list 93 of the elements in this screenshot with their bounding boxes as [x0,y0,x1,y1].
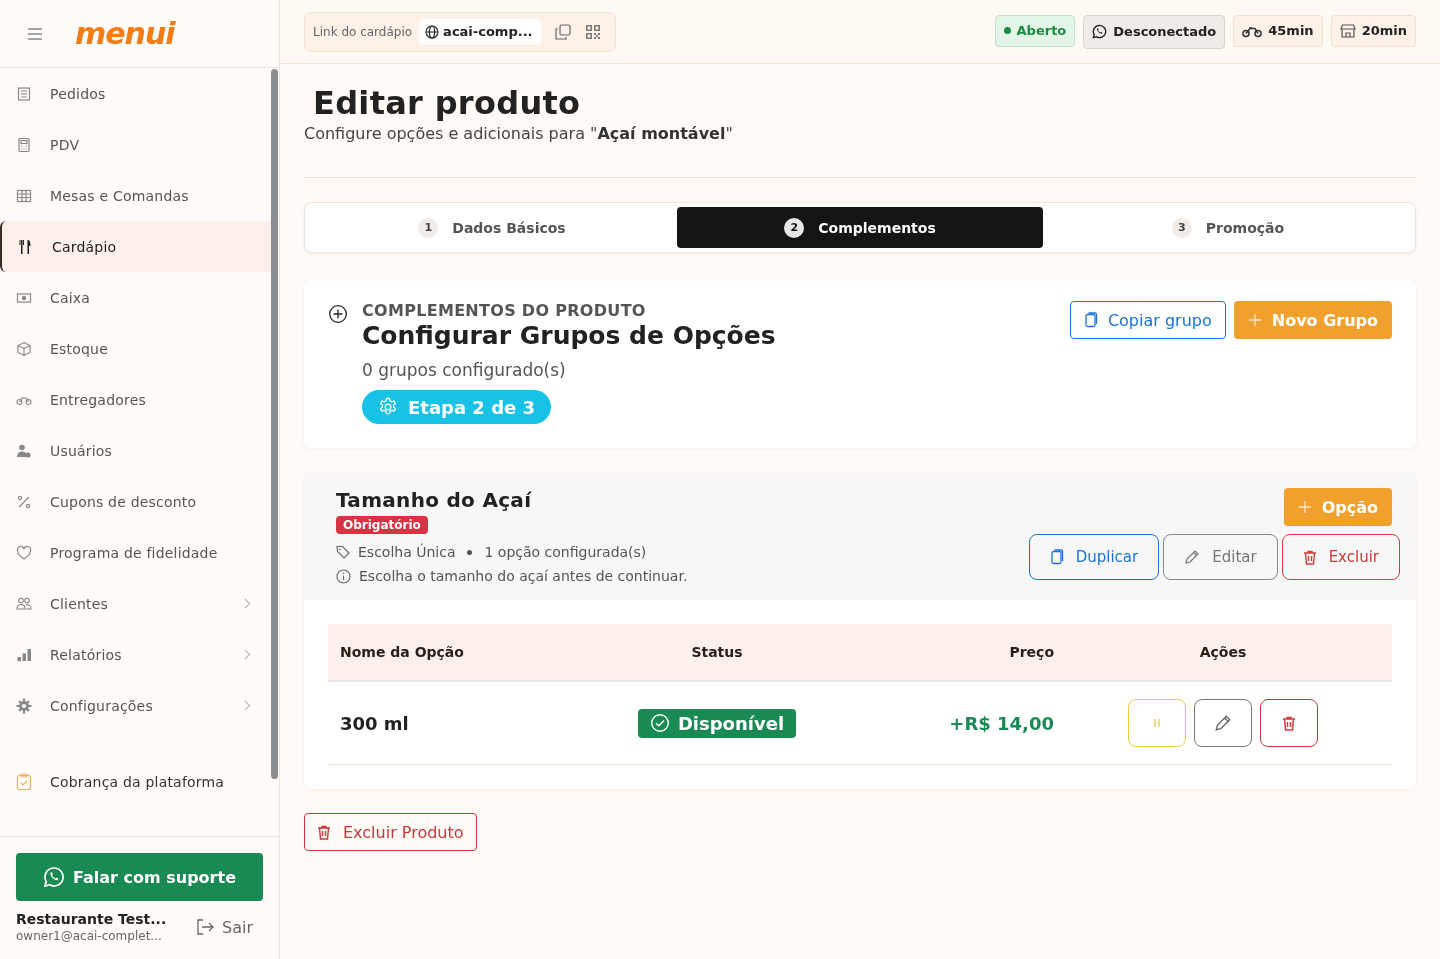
copy-icon [1083,312,1098,328]
sidebar-item[interactable]: Cardápio [0,221,271,272]
step-badge: Etapa 2 de 3 [362,390,552,424]
sidebar-item[interactable]: Configurações [0,680,271,731]
tag-icon [336,545,350,559]
separator-dot [467,549,473,555]
delete-button[interactable]: Excluir [1281,534,1400,580]
chevron-icon [244,649,251,660]
info-icon [336,568,351,584]
link-label: Link do cardápio [313,24,413,39]
sidebar-item[interactable]: Mesas e Comandas [0,170,271,221]
duplicate-button[interactable]: Duplicar [1028,534,1160,580]
column-header: Ações [1054,624,1392,681]
pencil-icon [1214,714,1232,732]
user-name: Restaurante Test... [16,911,167,927]
edit-button[interactable] [1194,699,1252,747]
sidebar-item[interactable]: PDV [0,119,271,170]
trash-icon [1282,715,1296,731]
link-field[interactable]: acai-comp... [419,19,541,44]
group-type: Escolha Única [358,544,456,560]
column-header: Nome da Opção [328,624,581,681]
plus-icon [1297,500,1312,514]
status-badge: 45min [1233,14,1323,47]
group-hint: Escolha o tamanho do açaí antes de continuar. [359,568,688,584]
nav-icon [16,646,32,663]
copy-group-button[interactable]: Copiar grupo [1069,301,1226,339]
option-price: +R$ 14,00 [949,712,1054,734]
clipboard-icon [16,772,32,791]
nav-icon [16,187,32,204]
sidebar-item[interactable]: Programa de fidelidade [0,527,271,578]
nav-icon [16,493,32,510]
support-button[interactable]: Falar com suporte [16,853,263,901]
options-count: 1 opção configurada(s) [484,544,647,560]
edit-button[interactable]: Editar [1163,534,1278,580]
trash-icon [1302,549,1317,565]
nav-icon [16,442,32,459]
status-badge: Disponível [637,708,797,738]
logout-button[interactable]: Sair [196,917,263,937]
check-circle-icon [649,713,670,733]
store-icon [1339,23,1356,38]
nav-icon [16,697,32,714]
user-email: owner1@acai-complet... [16,929,163,943]
add-circle-icon [328,304,348,324]
section-title: Configurar Grupos de Opções [362,321,776,350]
scrollbar[interactable] [271,69,278,779]
delete-button[interactable] [1260,699,1318,747]
pencil-icon [1184,549,1201,565]
sidebar-item[interactable]: Cupons de desconto [0,476,271,527]
step-tab[interactable]: 3 Promoção [1045,207,1411,248]
sidebar-item[interactable]: Entregadores [0,374,271,425]
step-tab[interactable]: 2 Complementos [677,207,1043,248]
sidebar-item[interactable]: Caixa [0,272,271,323]
nav-icon [16,136,32,153]
group-count: 0 grupos configurado(s) [362,360,566,380]
copy-icon [1049,549,1064,565]
chevron-icon [244,598,251,609]
copy-icon[interactable] [554,23,571,40]
pause-icon [1153,718,1161,728]
nav-icon [16,595,32,612]
chevron-icon [244,700,251,711]
status-dot [1003,27,1011,34]
page-title: Editar produto [313,84,582,122]
delete-product-button[interactable]: Excluir Produto [304,813,477,851]
column-header: Preço [853,624,1054,681]
globe-icon [425,24,440,39]
status-badge: Aberto [994,14,1076,47]
group-title: Tamanho do Açaí [336,488,532,512]
nav-icon [16,340,32,357]
gear-icon [378,397,398,417]
required-badge: Obrigatório [336,516,428,534]
whatsapp-icon [43,866,65,888]
logo: menui [75,16,175,51]
plus-icon [1247,313,1262,327]
nav-icon [16,544,32,561]
whatsapp-icon [1092,24,1108,39]
step-tab[interactable]: 1 Dados Básicos [309,207,675,248]
section-eyebrow: COMPLEMENTOS DO PRODUTO [362,301,646,320]
sidebar-item[interactable]: Pedidos [0,68,271,119]
sidebar-item[interactable]: Cobrança da plataforma [0,756,271,807]
sidebar-item[interactable]: Relatórios [0,629,271,680]
status-badge: 20min [1330,14,1416,47]
page-subtitle: Configure opções e adicionais para "Açaí montável" [304,124,734,143]
qr-code-icon[interactable] [584,23,601,40]
sidebar-item[interactable]: Usuários [0,425,271,476]
option-name: 300 ml [340,712,409,734]
sidebar-item[interactable]: Clientes [0,578,271,629]
trash-icon [317,824,331,840]
nav-icon [16,85,32,102]
menu-icon[interactable] [27,27,43,40]
logout-icon [196,919,214,935]
sidebar-item[interactable]: Estoque [0,323,271,374]
column-header: Status [581,624,853,681]
status-badge: Desconectado [1083,14,1226,49]
